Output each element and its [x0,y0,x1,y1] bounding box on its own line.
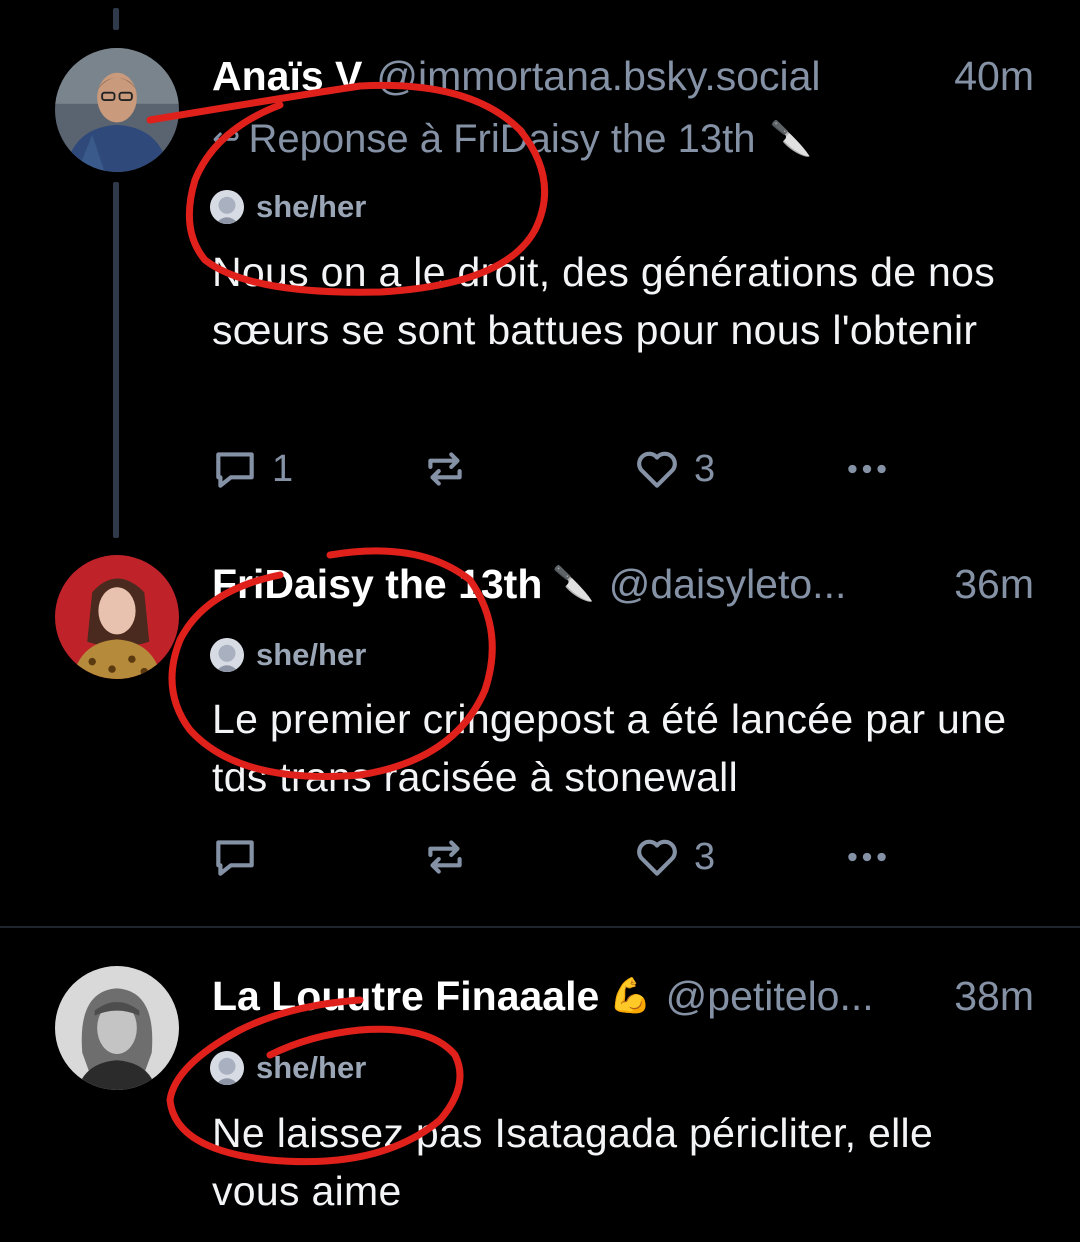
more-options-icon [848,464,886,474]
repost-button[interactable] [420,444,470,494]
avatar-image [55,555,179,679]
more-options-icon [848,852,886,862]
display-name[interactable]: FriDaisy the 13th [212,554,542,614]
like-count: 3 [694,447,716,490]
display-name[interactable]: Anaïs V [212,46,362,106]
avatar-anais[interactable] [55,48,179,172]
pronouns-badge: she/her [210,1048,366,1088]
post-text: Ne laissez pas Isatagada péricliter, ell… [212,1110,934,1214]
like-button[interactable]: 3 [632,444,715,494]
handle[interactable]: @daisyleto... [609,554,933,614]
reply-button[interactable] [210,832,272,882]
timestamp[interactable]: 38m [954,966,1034,1026]
kitchen-knife-icon: 🔪 [769,120,812,158]
avatar-image [55,48,179,172]
reply-arrow-icon: ↩ [212,120,241,158]
reply-button[interactable]: 1 [210,444,293,494]
more-options-button[interactable] [842,444,892,494]
pronouns-avatar-icon [210,190,244,224]
avatar-image [55,966,179,1090]
reply-to-label: Reponse à FriDaisy the 13th [248,116,756,161]
pronouns-text: she/her [256,189,367,224]
like-button[interactable]: 3 [632,832,715,882]
pronouns-badge: she/her [210,635,366,675]
display-name[interactable]: La Louutre Finaaale [212,966,599,1026]
post-text: Nous on a le droit, des générations de n… [212,249,995,353]
timestamp[interactable]: 36m [954,554,1034,614]
pronouns-text: she/her [256,637,367,672]
repost-button[interactable] [420,832,470,882]
pronouns-badge: she/her [210,187,366,227]
post-actions: 1 3 [210,444,900,494]
thread-line-top [113,8,119,30]
avatar-louutre[interactable] [55,966,179,1090]
handle[interactable]: @petitelo... [666,966,947,1026]
pronouns-avatar-icon [210,1051,244,1085]
repost-icon [428,452,462,486]
kitchen-knife-icon: 🔪 [552,565,595,603]
pronouns-text: she/her [256,1050,367,1085]
handle[interactable]: @immortana.bsky.social [376,46,932,106]
post-actions: 3 [210,832,900,882]
comment-icon [216,452,254,488]
post-divider [0,926,1080,928]
avatar-fridaisy[interactable] [55,555,179,679]
reply-context[interactable]: ↩ Reponse à FriDaisy the 13th 🔪 [212,114,812,164]
post-text: Le premier cringepost a été lancée par u… [212,696,1007,800]
flexed-biceps-icon: 💪 [609,977,652,1015]
more-options-button[interactable] [842,832,892,882]
pronouns-avatar-icon [210,638,244,672]
post-header: La Louutre Finaaale 💪 @petitelo... 38m [212,966,1034,1026]
thread-line [113,182,119,538]
timestamp[interactable]: 40m [954,46,1034,106]
like-count: 3 [694,835,716,878]
reply-count: 1 [272,447,294,490]
post-header: FriDaisy the 13th 🔪 @daisyleto... 36m [212,554,1034,614]
heart-icon [637,451,677,488]
repost-icon [428,840,462,874]
comment-icon [216,840,254,876]
heart-icon [637,839,677,876]
post-header: Anaïs V @immortana.bsky.social 40m [212,46,1034,106]
